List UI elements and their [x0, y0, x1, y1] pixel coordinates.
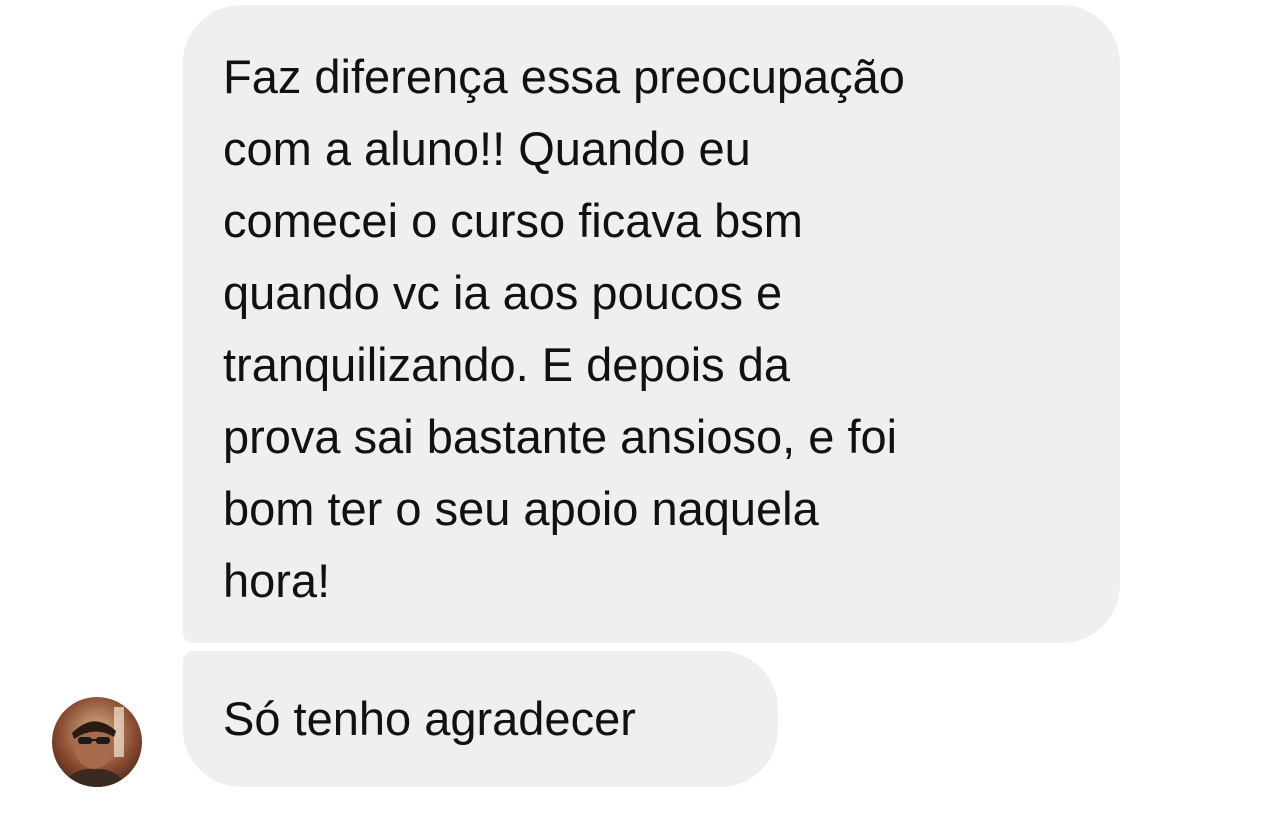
message-text-line: quando vc ia aos poucos e — [223, 266, 783, 319]
message-text-line: prova sai bastante ansioso, e foi — [223, 410, 898, 463]
avatar-photo-icon — [52, 697, 142, 787]
message-text-line: tranquilizando. E depois da — [223, 338, 791, 391]
message-text-line: hora! — [223, 554, 331, 607]
sender-avatar[interactable] — [52, 697, 142, 787]
message-text-line: Só tenho agradecer — [223, 692, 636, 745]
message-text-line: Faz diferença essa preocupação — [223, 50, 905, 103]
message-text-line: bom ter o seu apoio naquela — [223, 482, 819, 535]
message-text-line: comecei o curso ficava bsm — [223, 194, 803, 247]
message-text-line: com a aluno!! Quando eu — [223, 122, 751, 175]
message-bubble[interactable]: Faz diferença essa preocupação com a alu… — [183, 5, 1120, 643]
message-bubble[interactable]: Só tenho agradecer — [183, 651, 778, 787]
